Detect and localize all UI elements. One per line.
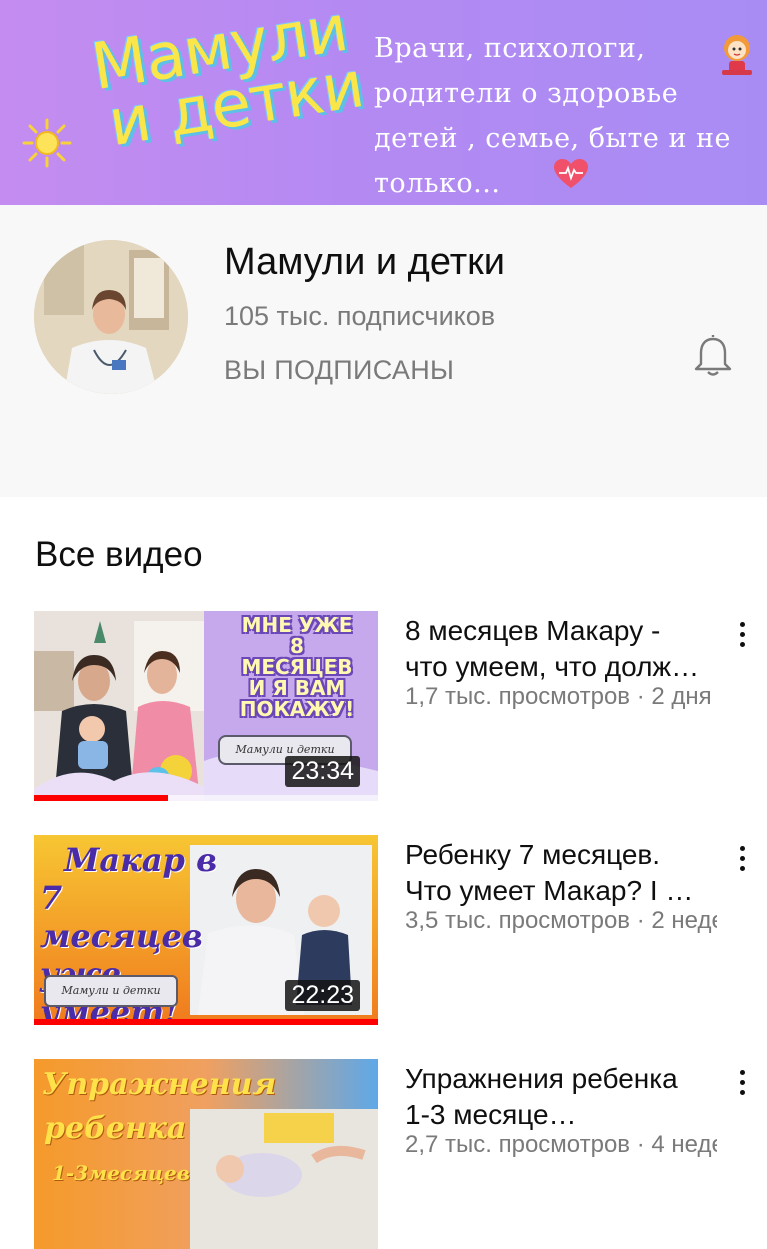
tagline-line: детей , семье, быте и не (374, 123, 732, 154)
video-menu-button[interactable] (730, 1065, 754, 1101)
thumb-line: Упражнения (42, 1067, 277, 1102)
video-thumbnail[interactable]: Упражнения ребенка 1-3месяцев (34, 1059, 378, 1249)
dot (739, 846, 745, 851)
avatar-photo (34, 240, 188, 394)
dot (739, 1090, 745, 1095)
dot (739, 1070, 745, 1075)
dot (739, 642, 745, 647)
thumb-line: ребенка (44, 1111, 187, 1146)
watch-progress-bar (34, 795, 378, 801)
dot (739, 856, 745, 861)
tagline-line: родители о здоровье (374, 78, 679, 109)
channel-name: Мамули и детки (224, 241, 505, 283)
video-item[interactable]: Упражнения ребенка 1-3месяцев Упражнения… (0, 1059, 767, 1249)
channel-avatar[interactable] (34, 240, 188, 394)
dot (739, 866, 745, 871)
thumb-line: МНЕ УЖЕ (241, 613, 353, 637)
watch-progress-fill (34, 795, 169, 801)
watch-progress-bar (34, 1019, 378, 1025)
video-title[interactable]: Ребенку 7 месяцев. Что умеет Макар? I … (405, 837, 710, 909)
video-meta: 3,5 тыс. просмотров · 2 недели назад (405, 907, 717, 934)
sun-icon (22, 118, 72, 168)
video-title[interactable]: 8 месяцев Макару - что умеем, что должны… (405, 613, 710, 685)
video-thumbnail[interactable]: МНЕ УЖЕ 8 МЕСЯЦЕВ И Я ВАМ ПОКАЖУ! Мамули… (34, 611, 378, 801)
doll-icon (722, 35, 752, 75)
video-item[interactable]: Макар в 7 месяцев уже умеет! Мамули и де… (0, 835, 767, 1025)
video-meta: 2,7 тыс. просмотров · 4 недели назад (405, 1131, 717, 1158)
thumb-line: И Я ВАМ (248, 676, 346, 700)
thumb-line: 8 (290, 634, 304, 658)
dot (739, 622, 745, 627)
video-meta: 1,7 тыс. просмотров · 2 дня назад (405, 683, 717, 710)
notification-bell-icon[interactable] (690, 333, 736, 379)
channel-banner: Мамули и детки Врачи, психологи, родител… (0, 0, 767, 205)
heart-icon (554, 159, 588, 188)
video-menu-button[interactable] (730, 841, 754, 877)
video-item[interactable]: МНЕ УЖЕ 8 МЕСЯЦЕВ И Я ВАМ ПОКАЖУ! Мамули… (0, 611, 767, 801)
video-title[interactable]: Упражнения ребенка 1-3 месяце… (405, 1061, 710, 1133)
video-thumbnail[interactable]: Макар в 7 месяцев уже умеет! Мамули и де… (34, 835, 378, 1025)
subscribed-button[interactable]: ВЫ ПОДПИСАНЫ (224, 355, 454, 386)
tagline-line: Врачи, психологи, (374, 33, 646, 64)
dot (739, 632, 745, 637)
section-title: Все видео (35, 535, 203, 574)
thumb-line: 1-3месяцев (52, 1161, 190, 1185)
video-menu-button[interactable] (730, 617, 754, 653)
watch-progress-fill (34, 1019, 378, 1025)
thumbnail-overlay-text: Упражнения ребенка 1-3месяцев (42, 1063, 292, 1195)
channel-header: Мамули и детки 105 тыс. подписчиков ВЫ П… (0, 205, 767, 497)
video-duration: 23:34 (285, 756, 360, 787)
thumb-line: 7 месяцев (40, 879, 203, 955)
thumb-line: ПОКАЖУ! (239, 697, 355, 721)
thumbnail-badge: Мамули и детки (44, 975, 178, 1007)
dot (739, 1080, 745, 1085)
thumbnail-overlay-text: МНЕ УЖЕ 8 МЕСЯЦЕВ И Я ВАМ ПОКАЖУ! (222, 615, 372, 720)
subscriber-count: 105 тыс. подписчиков (224, 301, 496, 331)
video-duration: 22:23 (285, 980, 360, 1011)
banner-title: Мамули и детки (87, 0, 373, 161)
thumb-line: Макар в (64, 841, 218, 879)
thumb-line: МЕСЯЦЕВ (241, 655, 353, 679)
